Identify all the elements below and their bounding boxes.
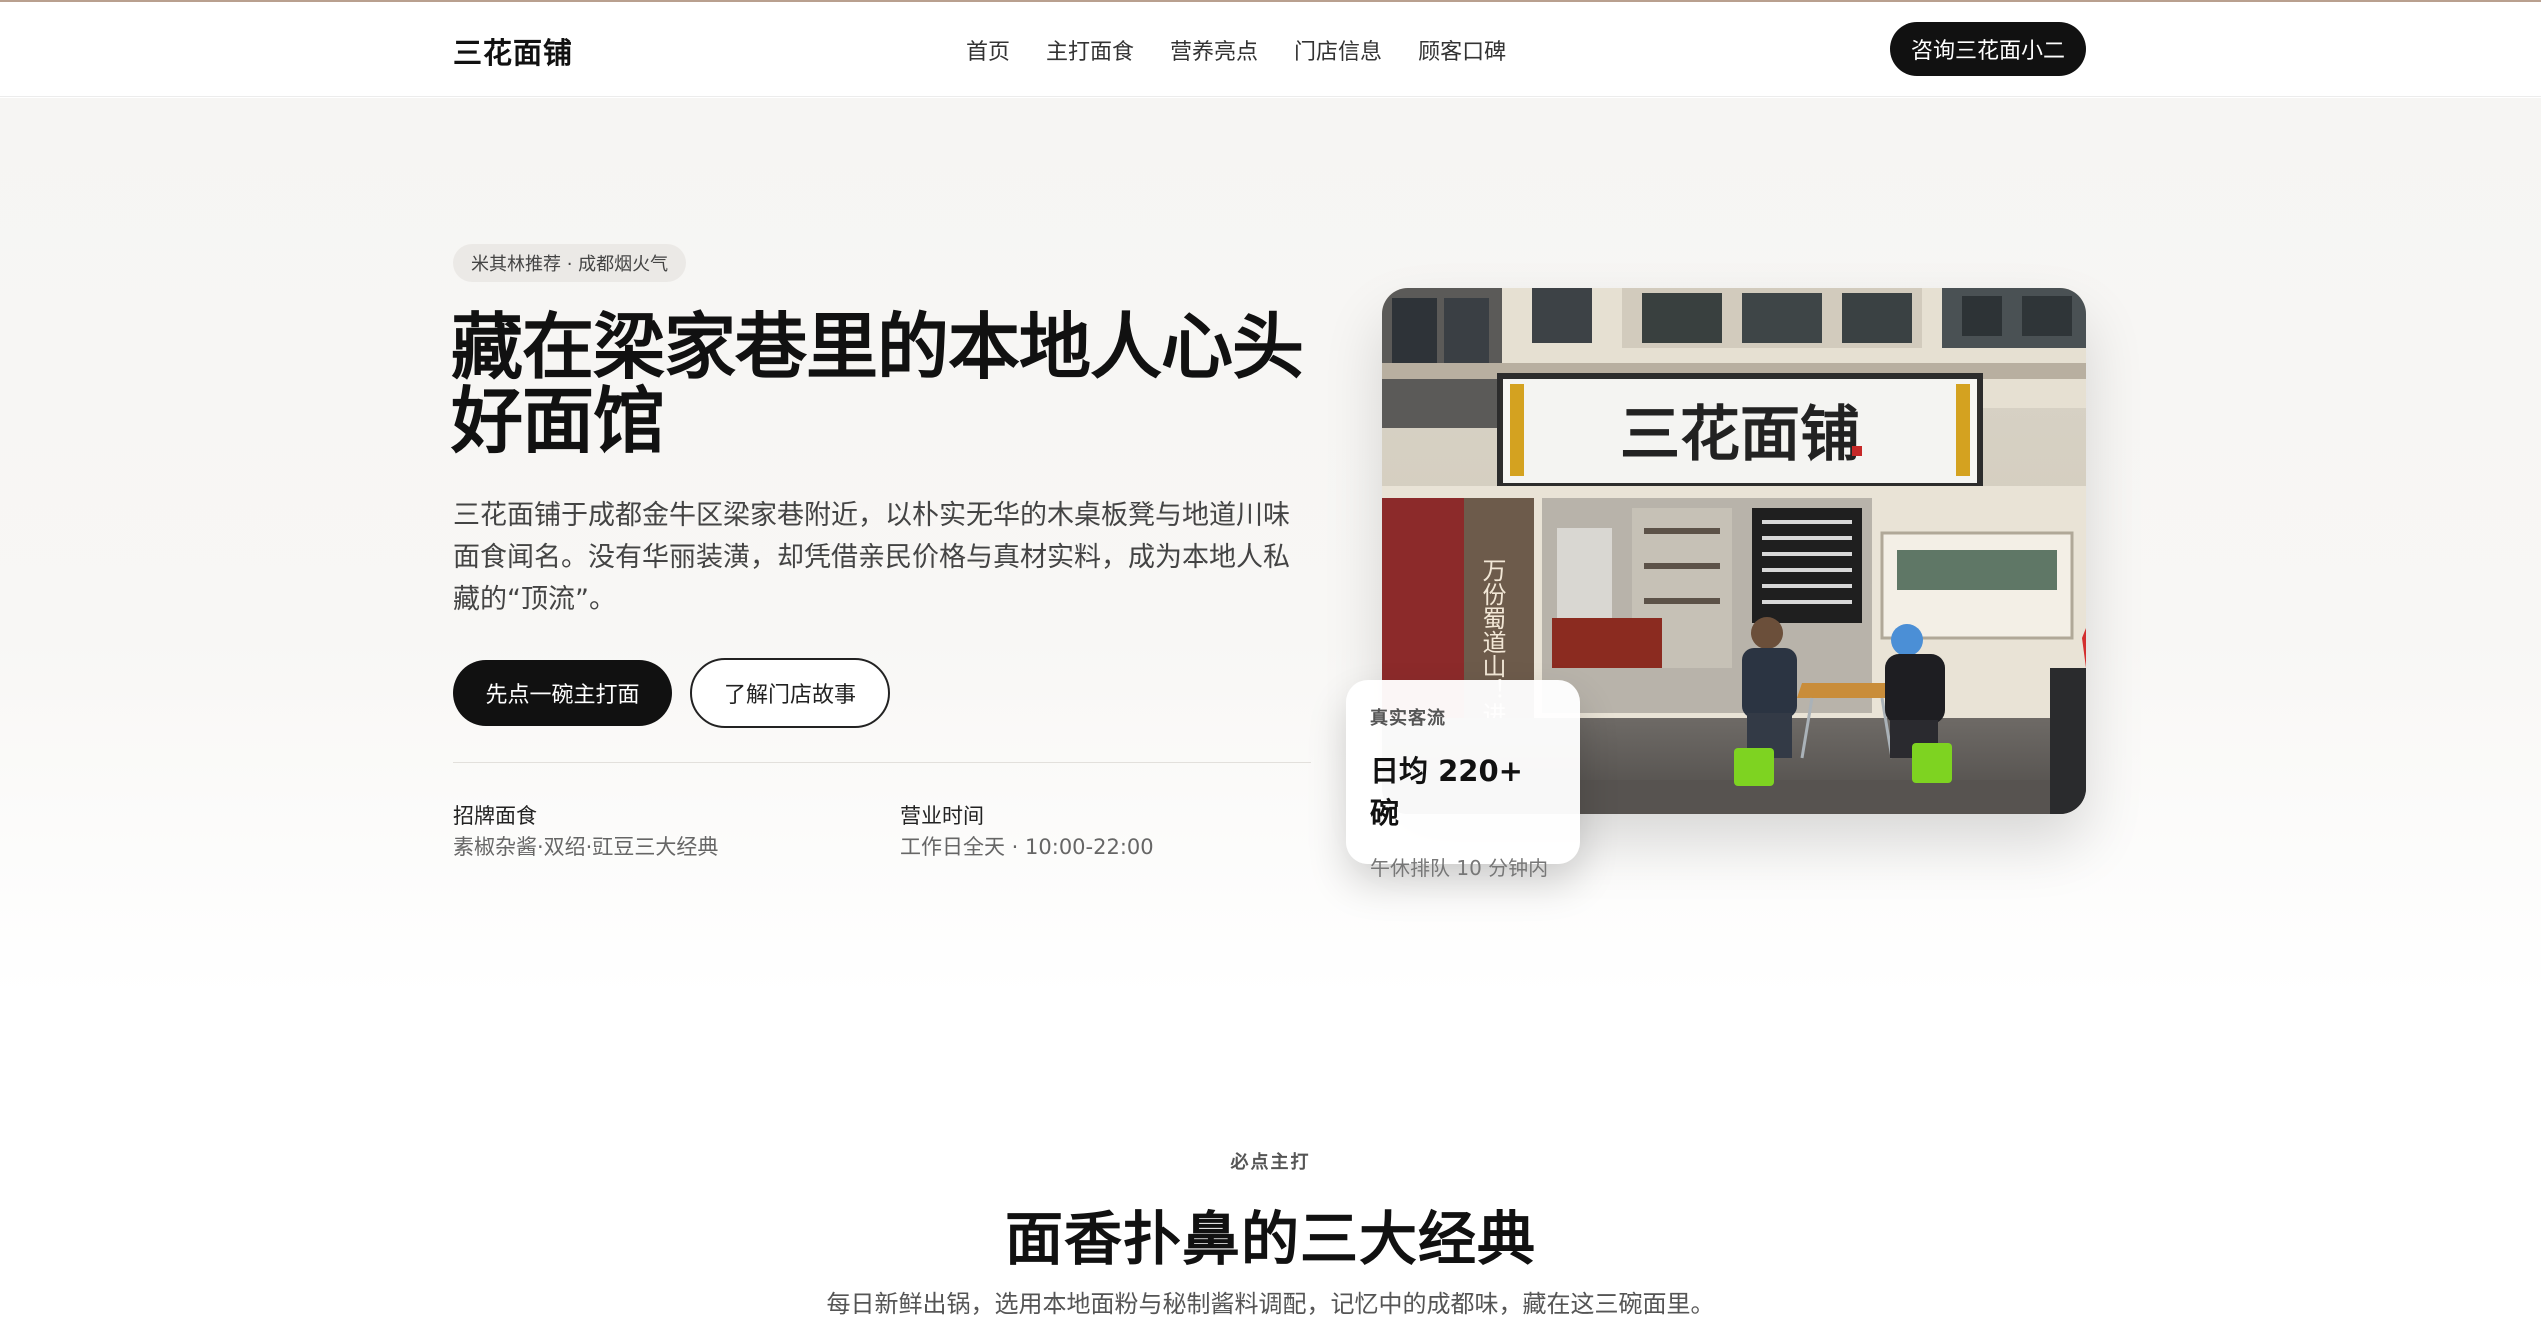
fact-value-hours: 工作日全天 · 10:00-22:00	[900, 835, 1154, 859]
consult-button[interactable]: 咨询三花面小二	[1890, 22, 2086, 76]
main-nav: 首页 主打面食 营养亮点 门店信息 顾客口碑	[966, 34, 1506, 66]
site-logo[interactable]: 三花面铺	[453, 30, 573, 72]
section-title: 面香扑鼻的三大经典	[1004, 1205, 1536, 1273]
section-subtitle: 每日新鲜出锅，选用本地面粉与秘制酱料调配，记忆中的成都味，藏在这三碗面里。	[826, 1290, 1715, 1317]
stat-value: 日均 220+ 碗	[1370, 754, 1523, 830]
stat-card: 真实客流 日均 220+ 碗 午休排队 10 分钟内	[1346, 680, 1580, 880]
hero-intro: 三花面铺于成都金牛区梁家巷附近，以朴实无华的木桌板凳与地道川味面食闻名。没有华丽…	[453, 500, 1290, 615]
hero-title: 藏在梁家巷里的本地人心头好面馆	[451, 305, 1304, 463]
order-signature-button[interactable]: 先点一碗主打面	[453, 660, 672, 726]
storefront-sign-text: 三花面铺	[1620, 400, 1860, 470]
site-header: 三花面铺 首页 主打面食 营养亮点 门店信息 顾客口碑 咨询三花面小二	[0, 2, 2541, 97]
nav-store-info[interactable]: 门店信息	[1294, 34, 1382, 66]
store-story-button[interactable]: 了解门店故事	[690, 658, 890, 728]
fact-value-signature: 素椒杂酱·双绍·豇豆三大经典	[453, 835, 719, 859]
fact-label-signature: 招牌面食	[453, 804, 537, 828]
stat-label: 真实客流	[1370, 708, 1446, 729]
section-eyebrow: 必点主打	[1230, 1152, 1311, 1173]
fact-label-hours: 营业时间	[900, 804, 984, 828]
nav-nutrition[interactable]: 营养亮点	[1170, 34, 1258, 66]
nav-home[interactable]: 首页	[966, 34, 1010, 66]
stat-note: 午休排队 10 分钟内	[1370, 856, 1549, 880]
hero-badge: 米其林推荐 · 成都烟火气	[453, 244, 687, 282]
hero-divider	[453, 762, 1311, 763]
nav-reviews[interactable]: 顾客口碑	[1418, 34, 1506, 66]
nav-signature-noodles[interactable]: 主打面食	[1046, 34, 1134, 66]
